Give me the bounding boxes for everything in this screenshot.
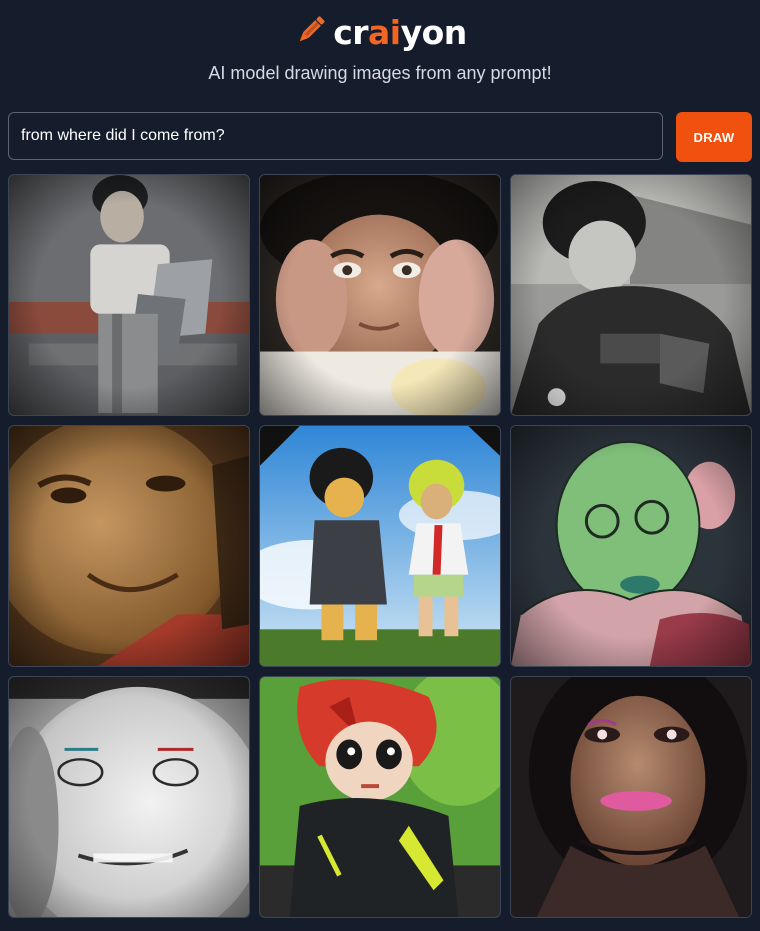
result-image-8[interactable]	[259, 676, 501, 918]
bw-child-sweater-image	[511, 175, 751, 415]
result-image-4[interactable]	[8, 425, 250, 667]
prompt-bar: DRAW	[8, 112, 752, 162]
craiyon-logo[interactable]: craiyon	[293, 12, 467, 53]
result-image-3[interactable]	[510, 174, 752, 416]
result-image-9[interactable]	[510, 676, 752, 918]
logo-text-suffix: yon	[400, 12, 468, 52]
prompt-input[interactable]	[8, 112, 663, 160]
result-image-7[interactable]	[8, 676, 250, 918]
anime-pair-sky-image	[260, 426, 500, 666]
pencil-icon	[293, 12, 329, 53]
anime-red-hair-boy-image	[260, 677, 500, 917]
green-face-drawing-image	[511, 426, 751, 666]
header: craiyon	[0, 10, 760, 54]
tagline: AI model drawing images from any prompt!	[208, 63, 552, 83]
result-image-2[interactable]	[259, 174, 501, 416]
result-image-6[interactable]	[510, 425, 752, 667]
results-grid	[8, 174, 752, 918]
dark-portrait-girl-image	[511, 677, 751, 917]
logo-wordmark: craiyon	[333, 13, 467, 52]
result-image-5[interactable]	[259, 425, 501, 667]
sepia-close-face-image	[9, 426, 249, 666]
draw-button[interactable]: DRAW	[676, 112, 752, 162]
boy-with-bag-image	[9, 175, 249, 415]
bw-smiling-face-image	[9, 677, 249, 917]
result-image-1[interactable]	[8, 174, 250, 416]
logo-text-prefix: cr	[333, 12, 369, 52]
face-with-hands-image	[260, 175, 500, 415]
logo-text-ai: ai	[368, 12, 401, 52]
